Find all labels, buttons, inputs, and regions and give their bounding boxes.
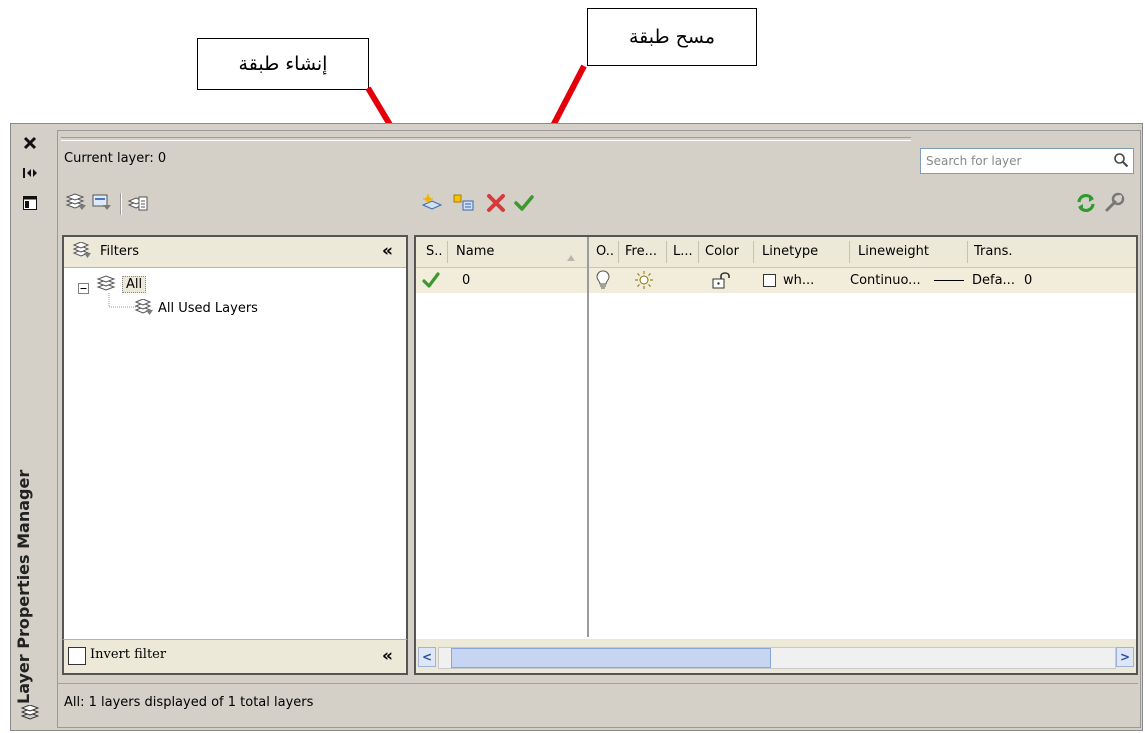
new-layer-vp-frozen-icon[interactable] [452, 191, 476, 215]
top-divider [61, 137, 911, 141]
palette-content: Current layer: 0 Search for layer Filter… [57, 130, 1141, 728]
layer-transparency-cell[interactable]: 0 [1024, 273, 1032, 288]
palette-title: Layer Properties Manager [14, 469, 33, 704]
column-lineweight[interactable]: Lineweight [858, 244, 929, 259]
column-color[interactable]: Color [705, 244, 739, 259]
scroll-left-icon[interactable]: < [418, 647, 436, 667]
color-swatch[interactable] [763, 274, 776, 287]
palette-sidebar: Layer Properties Manager [11, 124, 51, 730]
refresh-icon[interactable] [1074, 191, 1098, 215]
filters-title: Filters [100, 244, 139, 259]
layer-properties-palette: Layer Properties Manager Current layer: … [10, 123, 1143, 731]
create-layer-callout-text: إنشاء طبقة [238, 53, 328, 75]
layer-list-header: S.. Name O.. Fre... L... Color Linetype … [416, 237, 1136, 268]
scroll-thumb[interactable] [451, 648, 771, 668]
layer-list: S.. Name O.. Fre... L... Color Linetype … [414, 235, 1138, 675]
scroll-right-icon[interactable]: > [1116, 647, 1134, 667]
filters-pane: Filters « All All Used Layers [62, 235, 408, 675]
column-transparency[interactable]: Trans. [974, 244, 1013, 259]
column-on[interactable]: O.. [596, 244, 614, 259]
filters-icon [72, 241, 92, 264]
unlock-icon[interactable] [712, 271, 734, 293]
column-status[interactable]: S.. [426, 244, 443, 259]
new-group-filter-icon[interactable] [90, 191, 114, 215]
filters-header: Filters « [64, 237, 406, 268]
invert-filter-label: Invert filter [90, 647, 167, 662]
create-layer-callout: إنشاء طبقة [197, 38, 369, 90]
sort-ascending-icon [566, 247, 576, 266]
table-row[interactable]: 0 wh... Continuo... Defa... 0 [416, 268, 1136, 293]
layer-color-cell[interactable]: wh... [783, 273, 814, 288]
settings-icon[interactable] [1102, 191, 1126, 215]
tree-item-all-used-layers[interactable]: All Used Layers [158, 301, 258, 316]
layer-name-cell[interactable]: 0 [462, 273, 470, 288]
lightbulb-icon[interactable] [596, 270, 610, 294]
delete-layer-callout-text: مسح طبقة [628, 26, 716, 48]
collapse-filters-icon[interactable]: « [382, 241, 393, 261]
invert-filter-checkbox[interactable] [68, 647, 86, 665]
delete-layer-icon[interactable] [484, 191, 508, 215]
auto-hide-icon[interactable] [21, 164, 39, 182]
new-layer-icon[interactable] [420, 191, 444, 215]
tree-collapse-icon[interactable] [78, 279, 89, 298]
search-layer-input[interactable]: Search for layer [920, 148, 1134, 174]
invert-filter-bar: Invert filter « [62, 639, 408, 675]
status-divider [58, 683, 1138, 684]
search-placeholder: Search for layer [926, 154, 1022, 168]
layer-lineweight-cell[interactable]: Defa... [972, 273, 1015, 288]
tree-item-used-label: All Used Layers [158, 301, 258, 316]
scroll-track[interactable] [438, 647, 1116, 669]
properties-icon[interactable] [21, 194, 39, 212]
layers-icon [21, 704, 39, 722]
horizontal-scrollbar[interactable]: < > [416, 639, 1136, 673]
collapse-filters-bottom-icon[interactable]: « [382, 646, 393, 666]
set-current-icon[interactable] [512, 191, 536, 215]
lineweight-sample [934, 280, 964, 281]
tree-item-all[interactable]: All [122, 276, 147, 293]
column-freeze[interactable]: Fre... [625, 244, 657, 259]
used-layers-filter-icon [134, 298, 154, 321]
toolbar-separator [120, 193, 122, 215]
delete-layer-callout: مسح طبقة [587, 8, 757, 66]
column-lock[interactable]: L... [673, 244, 693, 259]
tree-item-all-label: All [126, 277, 143, 292]
current-check-icon [422, 271, 440, 293]
status-bar: All: 1 layers displayed of 1 total layer… [64, 695, 314, 710]
layer-states-manager-icon[interactable] [126, 191, 150, 215]
new-property-filter-icon[interactable] [64, 191, 88, 215]
sun-icon[interactable] [634, 270, 654, 294]
column-name[interactable]: Name [456, 244, 494, 259]
search-icon[interactable] [1113, 152, 1129, 171]
layer-linetype-cell[interactable]: Continuo... [850, 273, 921, 288]
column-linetype[interactable]: Linetype [762, 244, 818, 259]
frozen-column-divider [587, 237, 589, 637]
current-layer-label: Current layer: 0 [64, 151, 167, 166]
close-icon[interactable] [21, 134, 39, 152]
